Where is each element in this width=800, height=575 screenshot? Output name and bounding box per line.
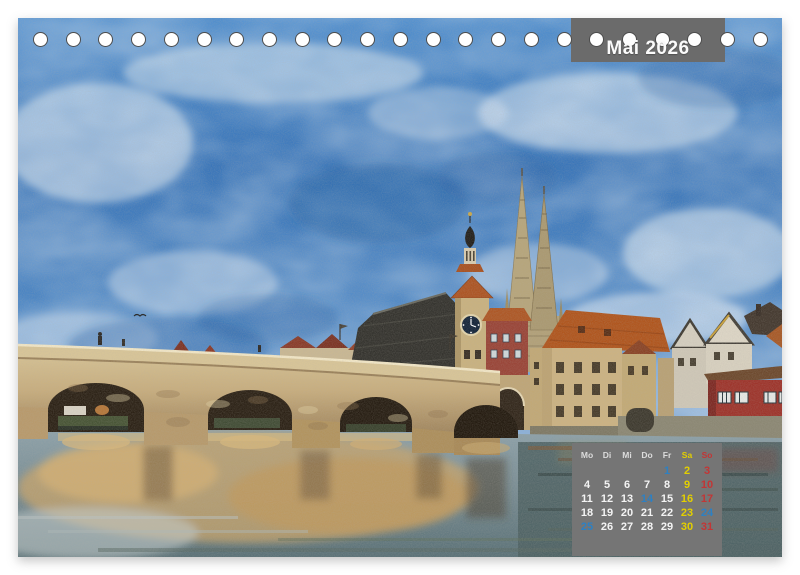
calendar-page: Mai 2026 MoDiMiDoFrSaSo12345678910111213… <box>0 0 800 575</box>
day-cell: 1 <box>657 464 677 478</box>
binding-hole-icon <box>393 32 408 47</box>
weekday-header-cell: Di <box>597 447 617 464</box>
day-cell: 21 <box>637 507 657 521</box>
binding-hole-icon <box>98 32 113 47</box>
calendar-photo-area: Mai 2026 MoDiMiDoFrSaSo12345678910111213… <box>18 18 782 557</box>
binding-hole-icon <box>131 32 146 47</box>
day-cell: 23 <box>677 507 697 521</box>
day-cell: 17 <box>697 492 717 506</box>
day-cell: 7 <box>637 478 657 492</box>
binding-hole-icon <box>557 32 572 47</box>
weekday-header-cell: Mi <box>617 447 637 464</box>
day-cell: 19 <box>597 507 617 521</box>
binding-hole-icon <box>295 32 310 47</box>
day-cell: 9 <box>677 478 697 492</box>
binding-hole-icon <box>458 32 473 47</box>
day-cell: 16 <box>677 492 697 506</box>
day-cell: 11 <box>577 492 597 506</box>
mini-calendar: MoDiMiDoFrSaSo12345678910111213141516171… <box>572 443 722 556</box>
binding-hole-icon <box>164 32 179 47</box>
day-cell: 2 <box>677 464 697 478</box>
day-cell: 8 <box>657 478 677 492</box>
day-cell: 27 <box>617 521 637 535</box>
day-cell: 20 <box>617 507 637 521</box>
empty-day-cell <box>577 464 597 478</box>
binding-hole-icon <box>66 32 81 47</box>
day-cell: 12 <box>597 492 617 506</box>
binding-hole-icon <box>262 32 277 47</box>
weekday-header-cell: Mo <box>577 447 597 464</box>
empty-day-cell <box>617 464 637 478</box>
day-cell: 29 <box>657 521 677 535</box>
binding-hole-icon <box>524 32 539 47</box>
day-cell: 25 <box>577 521 597 535</box>
binding-hole-icon <box>33 32 48 47</box>
day-cell: 24 <box>697 507 717 521</box>
binding-hole-icon <box>491 32 506 47</box>
binding-hole-icon <box>360 32 375 47</box>
day-cell: 28 <box>637 521 657 535</box>
day-cell: 5 <box>597 478 617 492</box>
day-cell: 14 <box>637 492 657 506</box>
day-cell: 15 <box>657 492 677 506</box>
day-cell: 18 <box>577 507 597 521</box>
weekday-header-cell: Fr <box>657 447 677 464</box>
day-cell: 6 <box>617 478 637 492</box>
binding-hole-icon <box>753 32 768 47</box>
day-cell: 4 <box>577 478 597 492</box>
day-cell: 26 <box>597 521 617 535</box>
binding-hole-icon <box>426 32 441 47</box>
month-title: Mai 2026 <box>571 18 725 62</box>
empty-day-cell <box>637 464 657 478</box>
day-cell: 13 <box>617 492 637 506</box>
day-cell: 22 <box>657 507 677 521</box>
binding-hole-icon <box>229 32 244 47</box>
day-cell: 31 <box>697 521 717 535</box>
day-cell: 30 <box>677 521 697 535</box>
day-cell: 3 <box>697 464 717 478</box>
binding-hole-icon <box>197 32 212 47</box>
empty-day-cell <box>597 464 617 478</box>
binding-hole-icon <box>327 32 342 47</box>
day-cell: 10 <box>697 478 717 492</box>
weekday-header-cell: So <box>697 447 717 464</box>
weekday-header-cell: Do <box>637 447 657 464</box>
weekday-header-cell: Sa <box>677 447 697 464</box>
